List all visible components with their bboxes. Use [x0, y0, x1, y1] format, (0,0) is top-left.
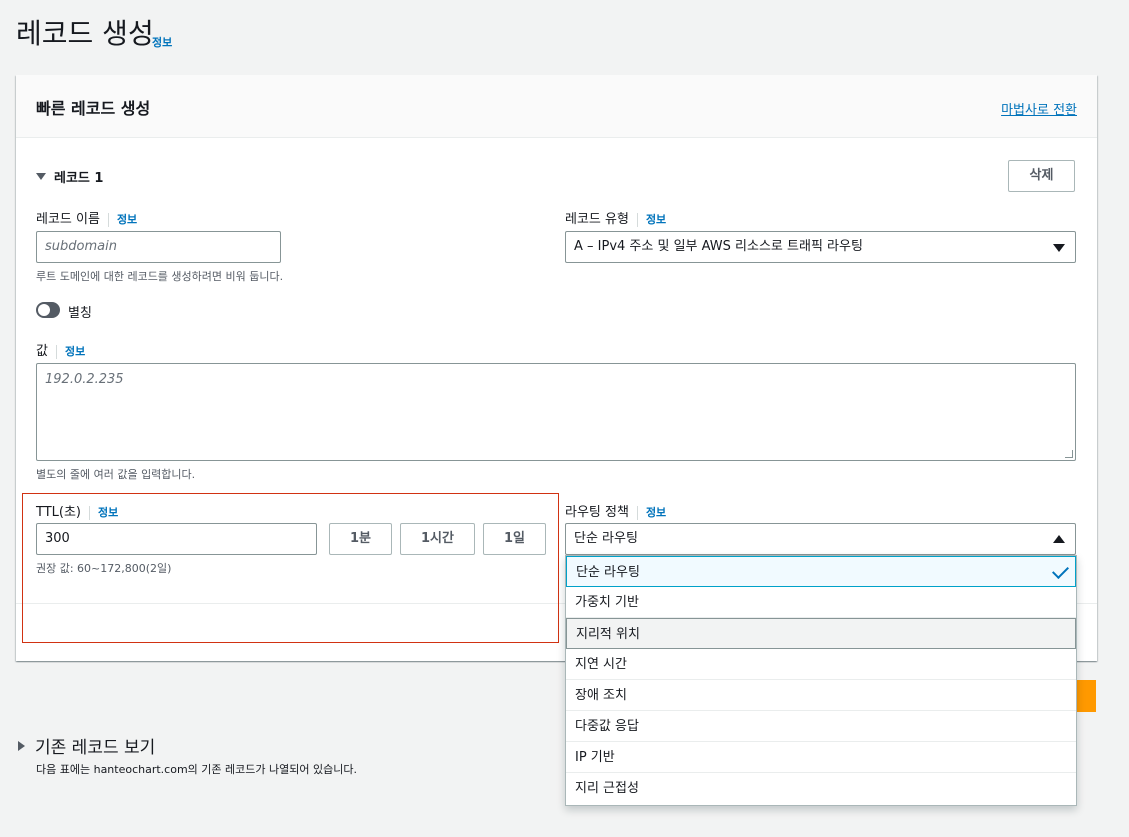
option-label: 다중값 응답 — [575, 719, 639, 734]
value-label-row: 값 정보 — [36, 340, 85, 359]
value-textarea[interactable]: 192.0.2.235 — [36, 363, 1076, 461]
record-type-info-link[interactable]: 정보 — [646, 213, 666, 226]
routing-option-multivalue[interactable]: 다중값 응답 — [566, 711, 1076, 742]
existing-records-description: 다음 표에는 hanteochart.com의 기존 레코드가 나열되어 있습니… — [36, 763, 357, 776]
routing-label: 라우팅 정책 — [565, 505, 629, 520]
option-label: 장애 조치 — [575, 688, 627, 703]
ttl-highlight-box — [22, 493, 559, 643]
create-records-button[interactable] — [1075, 680, 1096, 712]
value-hint: 별도의 줄에 여러 값을 입력합니다. — [36, 468, 196, 481]
caret-up-icon — [1053, 535, 1065, 543]
alias-label: 별칭 — [68, 306, 92, 321]
record-name-label: 레코드 이름 — [36, 212, 100, 227]
record-name-hint: 루트 도메인에 대한 레코드를 생성하려면 비워 둡니다. — [36, 270, 284, 283]
routing-option-ip-based[interactable]: IP 기반 — [566, 742, 1076, 773]
check-icon — [1052, 562, 1069, 579]
routing-option-failover[interactable]: 장애 조치 — [566, 680, 1076, 711]
resize-handle[interactable] — [1065, 450, 1073, 458]
option-label: 가중치 기반 — [575, 595, 639, 610]
record-name-input[interactable]: subdomain — [36, 231, 281, 263]
routing-policy-dropdown: 단순 라우팅 가중치 기반 지리적 위치 지연 시간 장애 조치 다중값 응답 … — [565, 555, 1077, 806]
routing-option-geolocation[interactable]: 지리적 위치 — [566, 618, 1076, 649]
record-type-label: 레코드 유형 — [565, 212, 629, 227]
routing-label-row: 라우팅 정책 정보 — [565, 501, 666, 520]
page-info-link[interactable]: 정보 — [152, 34, 172, 50]
routing-option-geoproximity[interactable]: 지리 근접성 — [566, 773, 1076, 804]
routing-value: 단순 라우팅 — [574, 531, 638, 546]
record-type-select[interactable]: A – IPv4 주소 및 일부 AWS 리소스로 트래픽 라우팅 — [565, 231, 1076, 263]
record-header: 레코드 1 — [54, 171, 104, 186]
existing-records-toggle[interactable]: 기존 레코드 보기 — [18, 733, 155, 758]
caret-down-icon — [36, 173, 46, 180]
switch-to-wizard-link[interactable]: 마법사로 전환 — [1001, 99, 1077, 118]
record-name-info-link[interactable]: 정보 — [117, 213, 137, 226]
option-label: IP 기반 — [575, 750, 615, 765]
record-section-toggle[interactable]: 레코드 1 — [36, 167, 103, 186]
routing-option-latency[interactable]: 지연 시간 — [566, 649, 1076, 680]
alias-toggle[interactable] — [36, 302, 60, 318]
existing-records-title: 기존 레코드 보기 — [35, 738, 156, 758]
page-title: 레코드 생성 — [16, 17, 154, 50]
option-label: 단순 라우팅 — [576, 565, 640, 580]
option-label: 지리적 위치 — [576, 627, 640, 642]
value-placeholder: 192.0.2.235 — [45, 372, 124, 387]
value-label: 값 — [36, 344, 48, 359]
routing-info-link[interactable]: 정보 — [646, 506, 666, 519]
routing-option-weighted[interactable]: 가중치 기반 — [566, 587, 1076, 618]
value-info-link[interactable]: 정보 — [65, 345, 85, 358]
card-header: 빠른 레코드 생성 마법사로 전환 — [16, 75, 1097, 138]
caret-down-icon — [1053, 244, 1065, 252]
delete-button[interactable]: 삭제 — [1008, 160, 1075, 192]
record-type-label-row: 레코드 유형 정보 — [565, 208, 666, 227]
record-name-placeholder: subdomain — [45, 239, 117, 254]
card-title: 빠른 레코드 생성 — [36, 99, 151, 118]
record-type-value: A – IPv4 주소 및 일부 AWS 리소스로 트래픽 라우팅 — [574, 239, 863, 254]
toggle-knob — [38, 304, 50, 316]
option-label: 지연 시간 — [575, 657, 627, 672]
routing-policy-select[interactable]: 단순 라우팅 — [565, 523, 1076, 555]
record-name-label-row: 레코드 이름 정보 — [36, 208, 137, 227]
routing-option-simple[interactable]: 단순 라우팅 — [566, 556, 1076, 587]
option-label: 지리 근접성 — [575, 781, 639, 796]
caret-right-icon — [18, 740, 25, 751]
